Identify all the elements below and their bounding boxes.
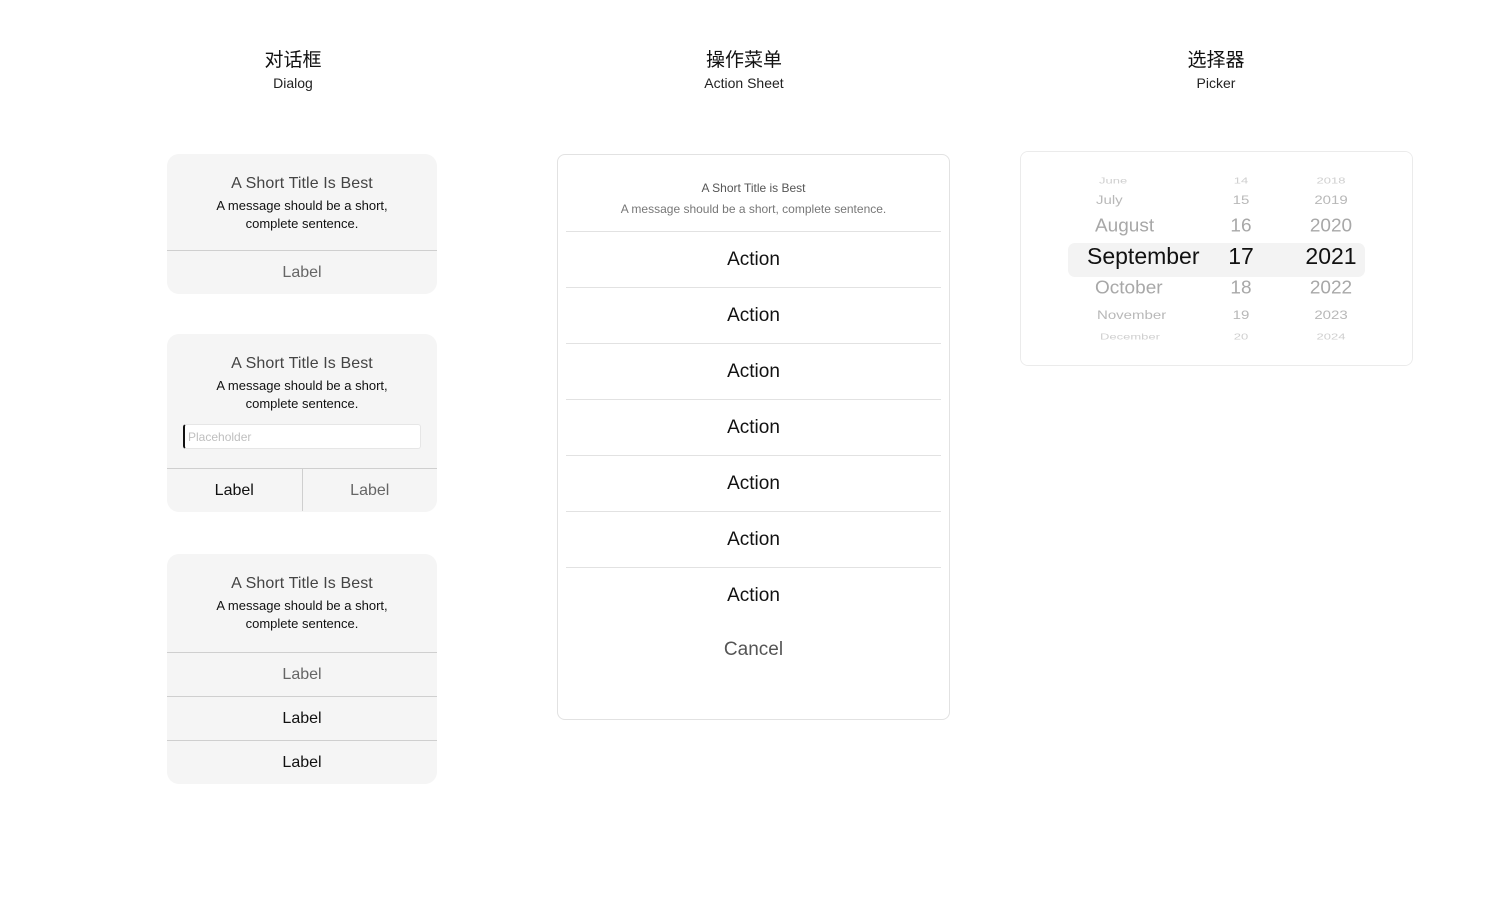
picker-year-option[interactable]: 2019 [1276,192,1386,209]
picker-year-option[interactable]: 2020 [1276,215,1386,239]
section-title-en: Picker [1196,75,1236,91]
section-title-zh: 对话框 [264,49,322,71]
action-item-1[interactable]: Action [566,232,941,288]
dialog-secondary-button[interactable]: Label [301,469,438,511]
dialog-primary-button[interactable]: Label [167,469,302,511]
picker-year-option[interactable]: 2023 [1276,307,1386,324]
dialog-message: A message should be a short, complete se… [216,198,388,231]
picker-month-option[interactable]: September [1087,242,1200,271]
dialog-button-2[interactable]: Label [167,696,437,740]
date-picker: June July August September October November De… [1020,151,1413,366]
dialog-text-input[interactable] [183,424,421,449]
picker-day-option[interactable]: 18 [1201,277,1281,301]
picker-day-option[interactable]: 16 [1201,215,1281,239]
picker-year-option[interactable]: 2022 [1276,277,1386,301]
section-title-en: Dialog [273,75,313,91]
picker-month-option[interactable]: October [1095,277,1163,301]
picker-month-option[interactable]: December [1100,331,1160,343]
dialog-button-1[interactable]: Label [167,652,437,696]
dialog-section-header: 对话框 Dialog [193,48,393,93]
picker-day-column[interactable]: 14 15 16 17 18 19 20 [1201,152,1281,365]
dialog-stacked-buttons: A Short Title Is Best A message should b… [167,554,437,784]
action-item-5[interactable]: Action [566,456,941,512]
action-item-6[interactable]: Action [566,512,941,568]
dialog-message: A message should be a short, complete se… [216,598,388,631]
picker-month-option[interactable]: November [1097,307,1166,324]
picker-month-option[interactable]: August [1095,215,1154,239]
action-item-7[interactable]: Action [566,568,941,624]
dialog-single-button: A Short Title Is Best A message should b… [167,154,437,294]
action-sheet-cancel-button[interactable]: Cancel [558,633,949,667]
dialog-button-3[interactable]: Label [167,740,437,784]
picker-day-option[interactable]: 20 [1201,331,1281,343]
dialog-title: A Short Title Is Best [231,175,373,192]
action-item-4[interactable]: Action [566,400,941,456]
dialog-message: A message should be a short, complete se… [216,378,388,411]
section-title-en: Action Sheet [704,75,784,91]
dialog-with-input: A Short Title Is Best A message should b… [167,334,437,512]
picker-day-option[interactable]: 17 [1201,242,1281,271]
action-sheet: A Short Title is Best A message should b… [557,154,950,720]
section-title-zh: 选择器 [1187,49,1245,71]
dialog-title: A Short Title Is Best [231,355,373,372]
picker-year-option[interactable]: 2021 [1276,242,1386,271]
picker-month-option[interactable]: June [1099,175,1127,187]
action-sheet-section-header: 操作菜单 Action Sheet [644,48,844,93]
picker-day-option[interactable]: 15 [1201,192,1281,209]
action-sheet-message: A message should be a short, complete se… [620,202,887,216]
dialog-button[interactable]: Label [167,250,437,294]
picker-year-option[interactable]: 2024 [1276,331,1386,343]
section-title-zh: 操作菜单 [705,49,782,71]
picker-year-option[interactable]: 2018 [1276,175,1386,187]
picker-year-column[interactable]: 2018 2019 2020 2021 2022 2023 2024 [1276,152,1386,365]
picker-month-option[interactable]: July [1096,192,1123,209]
picker-section-header: 选择器 Picker [1116,48,1316,93]
picker-day-option[interactable]: 14 [1201,175,1281,187]
action-item-3[interactable]: Action [566,344,941,400]
action-item-2[interactable]: Action [566,288,941,344]
dialog-title: A Short Title Is Best [231,575,373,592]
picker-day-option[interactable]: 19 [1201,307,1281,324]
dialog-button-row: Label Label [167,468,437,511]
action-sheet-header: A Short Title is Best A message should b… [566,155,941,232]
action-sheet-title: A Short Title is Best [701,181,806,195]
